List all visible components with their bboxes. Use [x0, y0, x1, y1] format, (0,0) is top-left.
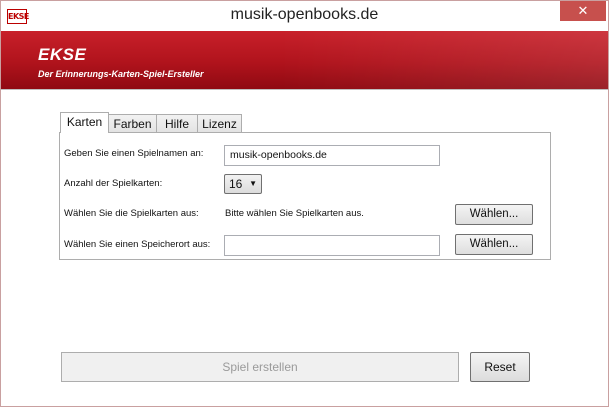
header-gradient: [278, 31, 608, 89]
tab-hilfe[interactable]: Hilfe: [156, 114, 198, 132]
choose-cards-button[interactable]: Wählen...: [455, 204, 533, 225]
header-divider: [1, 89, 608, 90]
tab-panel-karten: Geben Sie einen Spielnamen an: musik-ope…: [59, 132, 551, 260]
card-count-value: 16: [229, 177, 243, 191]
cards-select-label: Wählen Sie die Spielkarten aus:: [64, 208, 199, 219]
tab-lizenz[interactable]: Lizenz: [197, 114, 242, 132]
close-icon: ✕: [577, 3, 589, 18]
tab-karten[interactable]: Karten: [60, 112, 109, 133]
window-title: musik-openbooks.de: [230, 6, 379, 23]
location-label: Wählen Sie einen Speicherort aus:: [64, 239, 211, 250]
game-name-label: Geben Sie einen Spielnamen an:: [64, 148, 204, 159]
create-game-button[interactable]: Spiel erstellen: [61, 352, 459, 382]
title-bar[interactable]: EKSE musik-openbooks.de ✕: [1, 1, 608, 31]
app-header: EKSE Der Erinnerungs-Karten-Spiel-Erstel…: [1, 31, 608, 89]
game-name-input[interactable]: musik-openbooks.de: [224, 145, 440, 166]
cards-status-text: Bitte wählen Sie Spielkarten aus.: [225, 208, 364, 219]
reset-button[interactable]: Reset: [470, 352, 530, 382]
brand-title: EKSE: [38, 45, 87, 64]
location-input[interactable]: [224, 235, 440, 256]
brand-tagline: Der Erinnerungs-Karten-Spiel-Ersteller: [38, 69, 204, 79]
card-count-select[interactable]: 16 ▼: [224, 174, 262, 194]
card-count-label: Anzahl der Spielkarten:: [64, 178, 163, 189]
app-window: EKSE musik-openbooks.de ✕ EKSE Der Erinn…: [0, 0, 609, 407]
chevron-down-icon: ▼: [249, 179, 257, 188]
choose-location-button[interactable]: Wählen...: [455, 234, 533, 255]
close-button[interactable]: ✕: [560, 1, 606, 21]
tab-farben[interactable]: Farben: [108, 114, 157, 132]
